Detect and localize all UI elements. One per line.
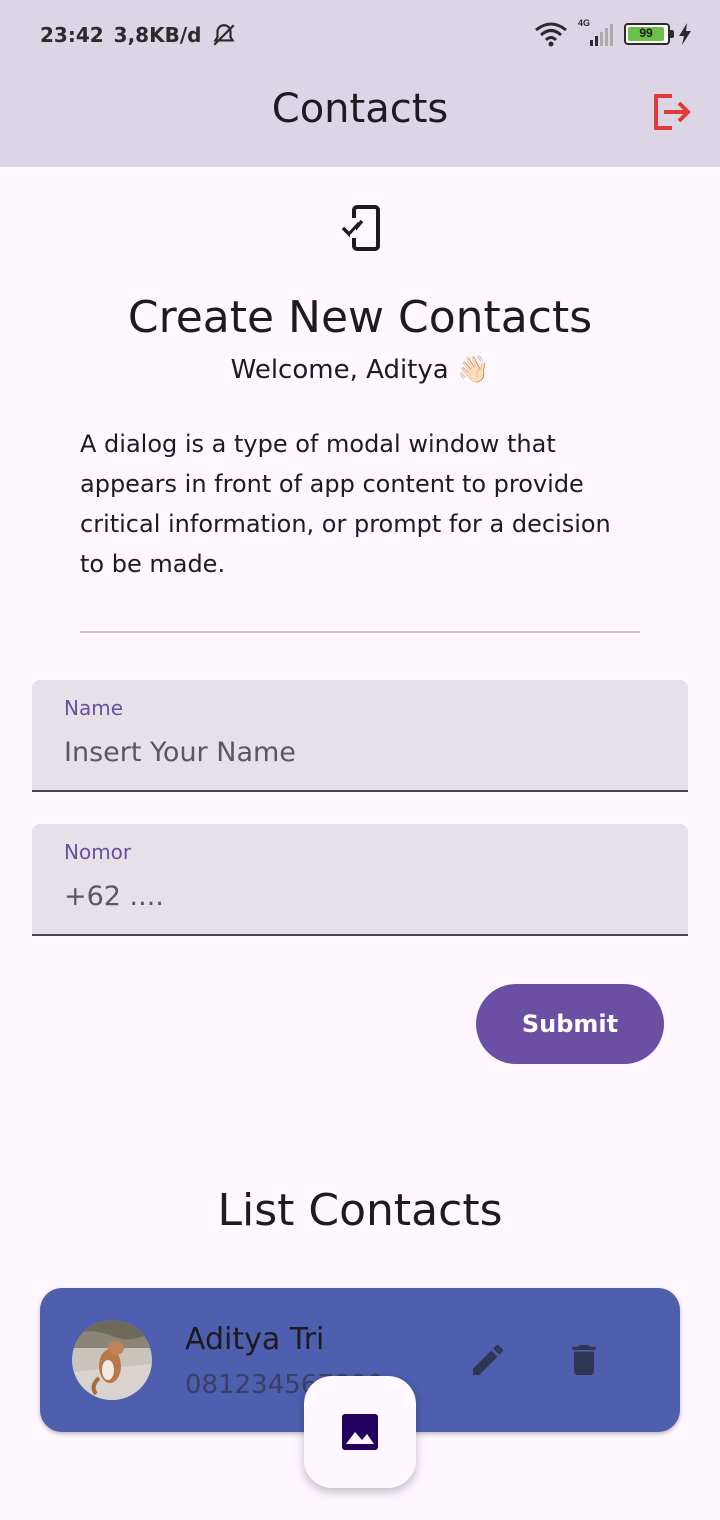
wifi-icon <box>535 22 567 47</box>
name-input[interactable] <box>64 732 654 772</box>
status-bar: 23:42 3,8KB/d 4G 99 <box>0 0 720 70</box>
page-title: Create New Contacts <box>127 292 593 343</box>
image-icon <box>342 1414 378 1450</box>
status-left: 23:42 3,8KB/d <box>40 22 237 48</box>
submit-button[interactable]: Submit <box>476 984 664 1064</box>
logout-icon <box>654 94 691 130</box>
status-time: 23:42 <box>40 23 104 47</box>
list-title: List Contacts <box>217 1185 503 1236</box>
battery-icon: 99 <box>624 23 674 45</box>
edit-icon <box>473 1344 504 1375</box>
signal-icon: 4G <box>576 18 616 48</box>
charging-icon <box>679 23 691 45</box>
app-bar-title: Contacts <box>271 86 449 132</box>
contact-name: Aditya Tri <box>185 1322 325 1357</box>
status-right: 4G 99 <box>534 18 692 48</box>
battery-level: 99 <box>639 26 653 40</box>
number-field[interactable]: Nomor <box>32 824 688 936</box>
number-label: Nomor <box>64 840 132 864</box>
delete-button[interactable] <box>564 1338 604 1382</box>
avatar <box>72 1320 152 1400</box>
edit-button[interactable] <box>468 1340 508 1380</box>
image-fab-button[interactable] <box>304 1376 416 1488</box>
name-field[interactable]: Name <box>32 680 688 792</box>
divider <box>80 631 640 633</box>
name-label: Name <box>64 696 124 720</box>
phone-check-icon <box>341 205 380 251</box>
number-input[interactable] <box>64 876 654 916</box>
welcome-text: Welcome, Aditya 👋🏻 <box>230 355 490 385</box>
trash-icon <box>572 1345 596 1375</box>
description-text: A dialog is a type of modal window that … <box>80 430 611 578</box>
app-bar: Contacts <box>0 70 720 167</box>
mute-icon <box>213 24 236 46</box>
status-speed: 3,8KB/d <box>113 23 202 47</box>
logout-button[interactable] <box>648 88 696 136</box>
